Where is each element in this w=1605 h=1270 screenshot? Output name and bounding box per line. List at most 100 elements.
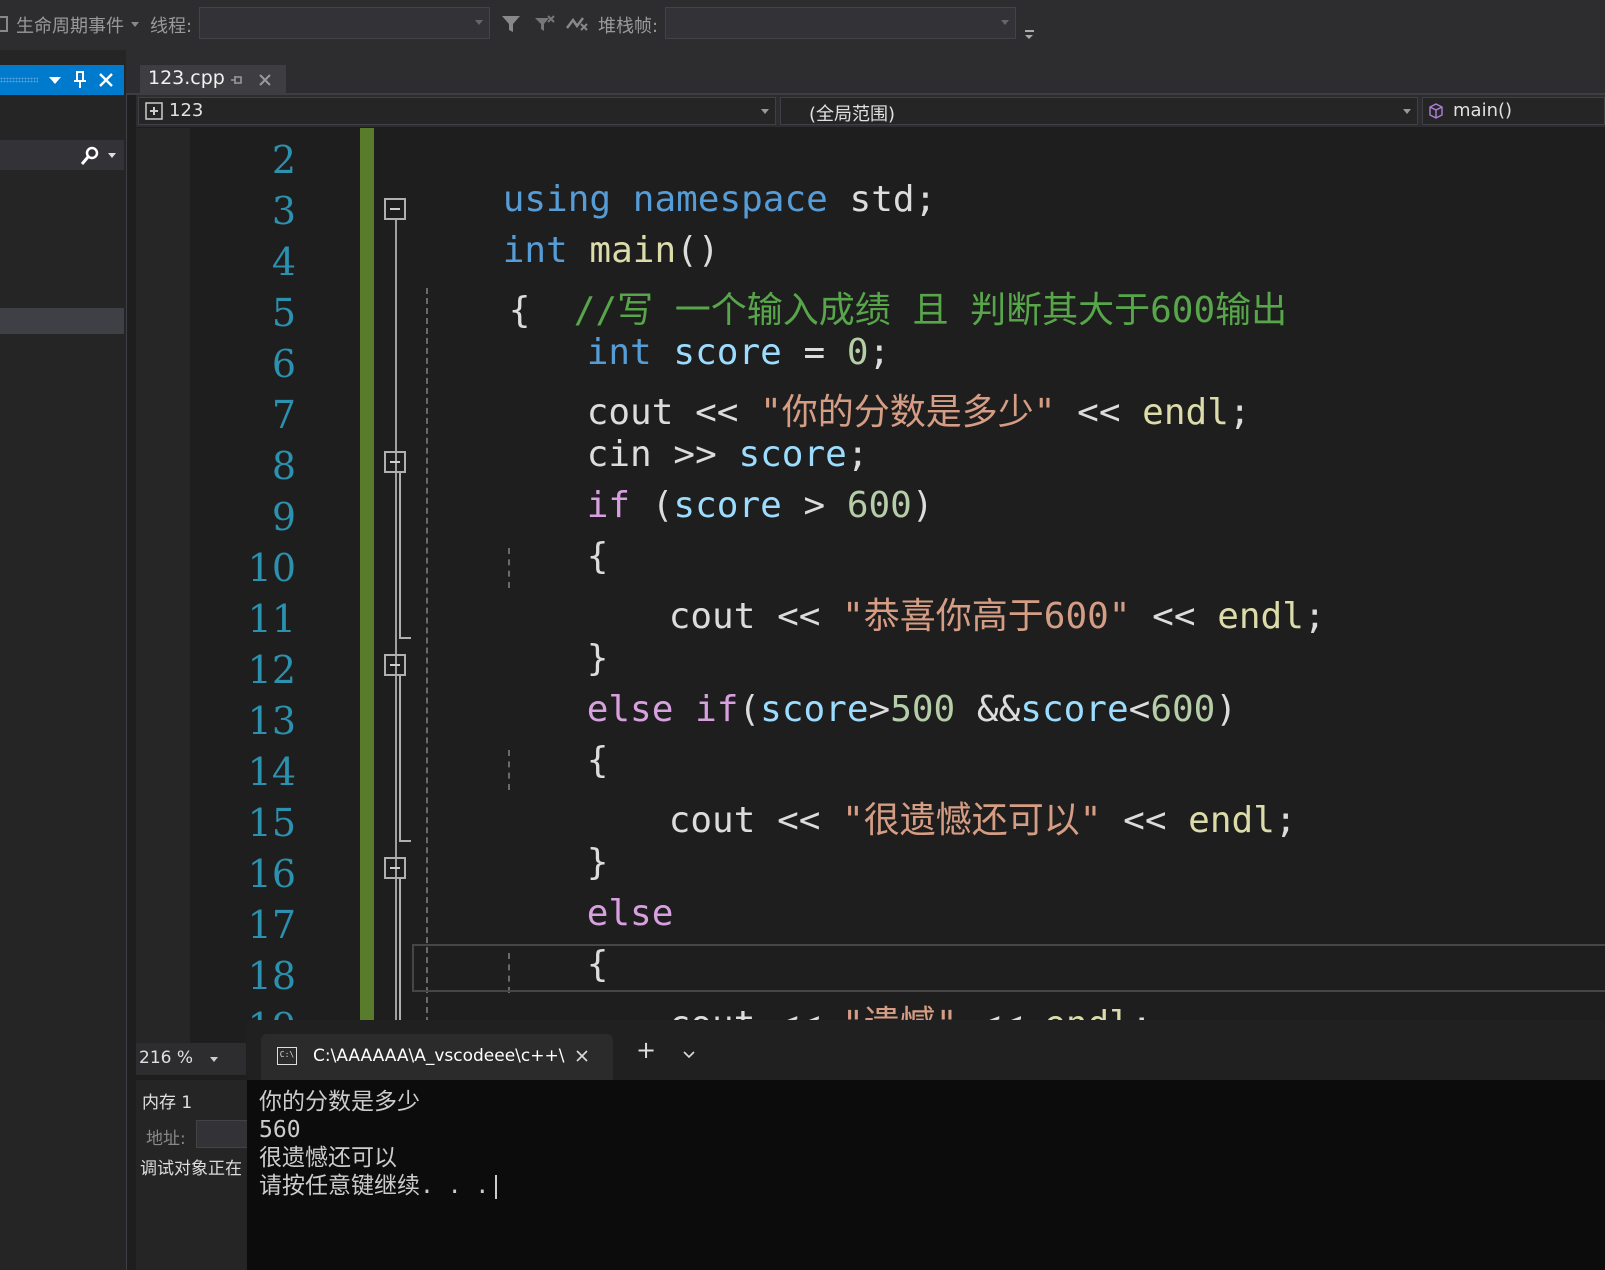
thread-label: 线程: <box>150 16 193 37</box>
lifecycle-dropdown-icon[interactable] <box>131 22 139 27</box>
stack-frame-dropdown[interactable] <box>665 7 1016 39</box>
cmd-icon: C:\ <box>277 1047 297 1065</box>
function-dropdown[interactable]: main() <box>1422 97 1605 125</box>
semicolon: ; <box>1274 800 1297 841</box>
panel-search-box[interactable] <box>0 140 124 170</box>
scope-dropdown[interactable]: (全局范围) <box>780 97 1418 125</box>
toolbar-overflow-icon[interactable] <box>1025 30 1034 39</box>
close-icon[interactable] <box>575 1049 589 1063</box>
terminal-tab-title: C:\AAAAAA\A_vscodeee\c++\ <box>313 1046 565 1066</box>
identifier-endl: endl <box>1142 392 1229 433</box>
paren-close: ) <box>911 485 934 526</box>
chevron-down-icon <box>1403 109 1411 114</box>
identifier-endl: endl <box>1188 800 1275 841</box>
collapse-else-icon[interactable] <box>384 857 406 879</box>
collapse-main-icon[interactable] <box>384 198 406 220</box>
stack-frame-label: 堆栈帧: <box>598 16 659 37</box>
filter-icon[interactable] <box>500 14 522 34</box>
line-number: 6 <box>271 342 296 386</box>
paren-close: ) <box>1215 689 1238 730</box>
chevron-down-icon[interactable] <box>682 1050 696 1060</box>
line-number: 4 <box>271 240 296 284</box>
outline-guide <box>399 676 401 841</box>
close-icon[interactable] <box>98 72 114 88</box>
line-number: 5 <box>271 291 296 335</box>
line-number: 15 <box>247 801 296 845</box>
filter-clear-icon[interactable] <box>533 14 555 34</box>
memory-panel-title[interactable]: 内存 1 <box>142 1088 192 1113</box>
line-number: 7 <box>271 393 296 437</box>
code-line-14[interactable]: cout << "很遗憾还可以" << endl; <box>582 750 1297 884</box>
line-number: 13 <box>247 699 296 743</box>
number-literal: 600 <box>846 485 912 526</box>
address-label: 地址: <box>146 1129 186 1149</box>
semicolon: ; <box>914 179 937 220</box>
tab-123-cpp[interactable]: 123.cpp <box>140 65 286 95</box>
operator-stream: << <box>755 800 843 841</box>
line-number: 2 <box>271 138 296 182</box>
operator-lt: < <box>1128 689 1151 730</box>
close-tab-icon[interactable] <box>258 73 272 87</box>
operator-stream: << <box>1101 800 1189 841</box>
namespace-std: std <box>849 179 915 220</box>
thread-dropdown[interactable] <box>199 7 490 39</box>
terminal-title-bar: C:\ C:\AAAAAA\A_vscodeee\c++\ + <box>247 1020 1605 1080</box>
new-tab-button[interactable]: + <box>636 1036 656 1064</box>
lifecycle-events-label[interactable]: 生命周期事件 <box>16 12 124 38</box>
document-tab-strip: 123.cpp <box>126 50 1605 95</box>
identifier-cout: cout <box>668 800 756 841</box>
pin-tab-icon[interactable] <box>230 74 244 86</box>
project-name: 123 <box>169 100 204 121</box>
pin-icon[interactable] <box>73 71 87 89</box>
outline-guide <box>399 473 401 638</box>
flag-threads-icon[interactable] <box>565 14 589 34</box>
code-editor[interactable]: 2 3 4 5 6 7 8 9 10 11 12 13 14 15 16 17 … <box>136 128 1605 1043</box>
chevron-down-icon <box>210 1057 218 1062</box>
identifier-endl: endl <box>1217 596 1304 637</box>
collapse-if-icon[interactable] <box>384 451 406 473</box>
string-literal: "恭喜你高于600" <box>842 596 1131 637</box>
search-options-chevron-icon[interactable] <box>108 153 116 158</box>
panel-selected-row[interactable] <box>0 308 124 334</box>
terminal-window[interactable]: C:\ C:\AAAAAA\A_vscodeee\c++\ + 你的分数是多少 … <box>247 1020 1605 1270</box>
paren-open: ( <box>630 485 674 526</box>
terminal-line: 560 <box>259 1117 301 1143</box>
memory-panel: 内存 1 地址: 调试对象正在 <box>136 1080 256 1270</box>
indicator-margin[interactable] <box>136 128 190 1043</box>
panel-menu-chevron-icon[interactable] <box>49 77 61 84</box>
terminal-tab[interactable]: C:\ C:\AAAAAA\A_vscodeee\c++\ <box>261 1034 613 1080</box>
line-number: 3 <box>271 189 296 233</box>
search-icon[interactable] <box>80 146 100 166</box>
tab-filename: 123.cpp <box>148 67 225 89</box>
project-dropdown[interactable]: 123 <box>138 97 776 125</box>
debug-location-toolbar: 生命周期事件 线程: 堆栈帧: <box>0 0 1605 50</box>
outline-guide <box>395 220 397 1043</box>
chevron-down-icon <box>1001 20 1009 25</box>
checkbox-icon[interactable] <box>0 16 8 32</box>
semicolon: ; <box>1228 392 1251 433</box>
operator-gt: > <box>868 689 891 730</box>
line-number: 11 <box>247 597 296 641</box>
zoom-dropdown[interactable]: 216 % <box>136 1043 246 1075</box>
keyword-if: if <box>695 689 739 730</box>
line-number: 8 <box>271 444 296 488</box>
line-number: 10 <box>247 546 296 590</box>
terminal-line: 请按任意键继续. . . <box>259 1173 490 1199</box>
terminal-output[interactable]: 你的分数是多少 560 很遗憾还可以 请按任意键继续. . . <box>259 1088 498 1200</box>
panel-title-bar[interactable] <box>0 65 124 95</box>
line-number: 14 <box>247 750 296 794</box>
indent-guide <box>426 288 428 1043</box>
outline-guide-end <box>399 637 411 639</box>
identifier-cout: cout <box>668 596 756 637</box>
function-cube-icon <box>1429 103 1443 119</box>
change-tracking-bar <box>360 128 374 1043</box>
panel-grip[interactable] <box>0 77 38 83</box>
chevron-down-icon <box>761 109 769 114</box>
zoom-level: 216 % <box>139 1048 194 1068</box>
collapse-else-if-icon[interactable] <box>384 654 406 676</box>
operator-stream: << <box>1055 392 1143 433</box>
navigation-bar: 123 (全局范围) main() <box>136 95 1605 127</box>
outline-guide <box>399 879 401 1043</box>
